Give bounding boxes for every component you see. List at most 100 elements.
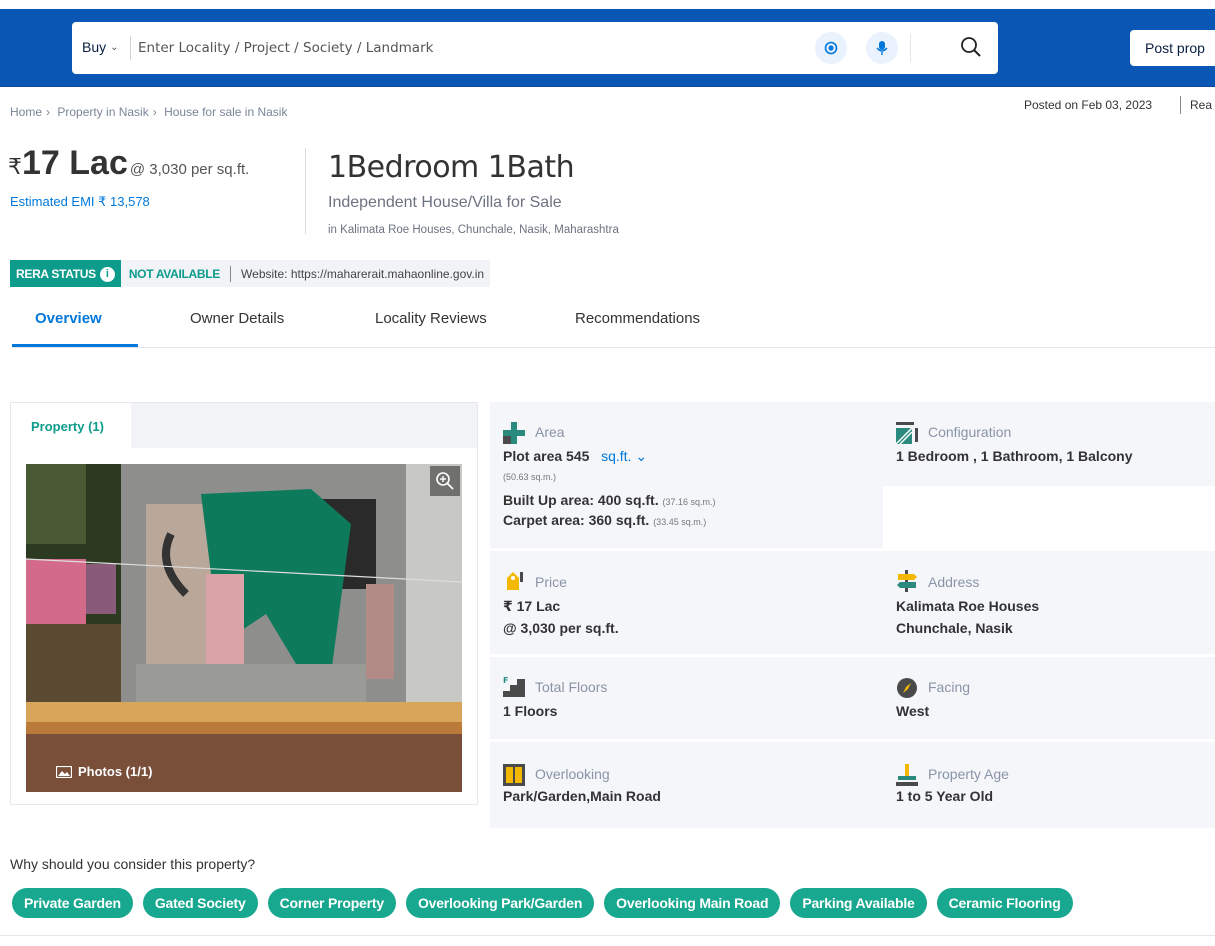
floors-icon: F <box>503 676 525 697</box>
row-separator <box>490 654 1215 657</box>
tab-locality-reviews[interactable]: Locality Reviews <box>375 310 487 327</box>
breadcrumb-house-for-sale[interactable]: House for sale in Nasik <box>164 105 287 119</box>
chip-ceramic-flooring[interactable]: Ceramic Flooring <box>936 888 1073 918</box>
rera-details: NOT AVAILABLE Website: https://maharerai… <box>120 260 491 287</box>
plot-area-value: Plot area 545 sq.ft. ⌄ <box>503 448 648 464</box>
breadcrumb-home[interactable]: Home <box>10 105 42 119</box>
photos-icon <box>56 765 72 778</box>
search-button[interactable] <box>956 32 986 62</box>
configuration-value: 1 Bedroom , 1 Bathroom, 1 Balcony <box>896 448 1133 464</box>
address-label: Address <box>928 574 980 590</box>
currency-symbol: ₹ <box>8 154 22 179</box>
estimated-emi-link[interactable]: Estimated EMI ₹ 13,578 <box>10 194 150 210</box>
svg-text:F: F <box>503 676 508 685</box>
divider <box>1180 96 1181 114</box>
posted-date: Posted on Feb 03, 2023 <box>1024 98 1153 112</box>
chip-gated-society[interactable]: Gated Society <box>142 888 258 918</box>
price-icon <box>507 572 523 590</box>
divider <box>0 935 1215 936</box>
price-block: ₹ 17 Lac @ 3,030 per sq.ft. <box>8 144 249 183</box>
overlooking-label: Overlooking <box>535 766 610 782</box>
overlooking-icon <box>503 764 525 786</box>
plot-area-sqm: (50.63 sq.m.) <box>503 472 557 482</box>
property-photo[interactable]: Photos (1/1) <box>26 464 462 792</box>
chevron-down-icon: ⌄ <box>635 448 648 464</box>
address-icon <box>897 570 917 592</box>
empty-cell <box>883 486 1215 548</box>
property-photo-image <box>26 464 462 792</box>
location-button[interactable] <box>815 32 847 64</box>
facing-icon <box>897 678 917 698</box>
search-input[interactable] <box>138 36 738 60</box>
area-icon <box>503 422 525 444</box>
row-separator <box>490 548 1215 551</box>
overlooking-value: Park/Garden,Main Road <box>503 788 661 804</box>
voice-search-button[interactable] <box>866 32 898 64</box>
price-per-sqft: @ 3,030 per sq.ft. <box>129 161 250 178</box>
unit-dropdown[interactable]: sq.ft. ⌄ <box>593 448 647 464</box>
search-bar: Buy ⌄ <box>72 22 998 74</box>
buy-dropdown[interactable]: Buy ⌄ <box>82 39 119 55</box>
divider <box>305 148 306 234</box>
row-separator <box>490 739 1215 742</box>
area-label: Area <box>535 424 565 440</box>
divider <box>130 36 131 60</box>
chip-overlooking-main-road[interactable]: Overlooking Main Road <box>604 888 781 918</box>
price-per-sqft-detail: @ 3,030 per sq.ft. <box>503 620 619 636</box>
property-title: 1Bedroom 1Bath <box>328 150 575 185</box>
zoom-button[interactable] <box>430 466 460 496</box>
property-type: Independent House/Villa for Sale <box>328 194 562 211</box>
active-tab-indicator <box>12 344 138 347</box>
configuration-label: Configuration <box>928 424 1012 440</box>
tab-recommendations[interactable]: Recommendations <box>575 310 700 327</box>
gallery-tab-strip <box>131 403 477 448</box>
chip-parking-available[interactable]: Parking Available <box>790 888 927 918</box>
configuration-icon <box>896 422 918 444</box>
posted-more-text: Rea <box>1190 98 1213 112</box>
photos-count[interactable]: Photos (1/1) <box>56 764 152 779</box>
address-line-2: Chunchale, Nasik <box>896 620 1013 636</box>
photo-gallery: Property (1) Photos (1/1) <box>10 402 478 805</box>
property-location: in Kalimata Roe Houses, Chunchale, Nasik… <box>328 224 619 236</box>
divider <box>910 34 911 62</box>
top-header: Buy ⌄ Post prop <box>0 0 1215 87</box>
price-label: Price <box>535 574 567 590</box>
chevron-down-icon: ⌄ <box>110 41 119 53</box>
rera-status-value: NOT AVAILABLE <box>128 266 221 281</box>
age-icon <box>896 764 918 786</box>
address-line-1: Kalimata Roe Houses <box>896 598 1040 614</box>
facing-label: Facing <box>928 679 971 695</box>
facing-value: West <box>896 703 930 719</box>
divider <box>230 265 232 282</box>
header-top-strip <box>0 0 1215 9</box>
built-up-area: Built Up area: 400 sq.ft. (37.16 sq.m.) <box>503 492 716 508</box>
feature-chips: Private Garden Gated Society Corner Prop… <box>12 888 1073 918</box>
search-icon <box>961 37 981 57</box>
chip-private-garden[interactable]: Private Garden <box>12 888 133 918</box>
location-icon <box>824 41 838 55</box>
price-value: 17 Lac <box>22 144 128 182</box>
price-value-detail: ₹ 17 Lac <box>503 598 561 614</box>
tab-owner-details[interactable]: Owner Details <box>190 310 284 327</box>
rera-website: Website: https://maharerait.mahaonline.g… <box>241 266 485 281</box>
breadcrumb: Home › Property in Nasik › House for sale … <box>10 105 288 119</box>
chip-overlooking-park[interactable]: Overlooking Park/Garden <box>405 888 595 918</box>
tab-overview[interactable]: Overview <box>35 310 102 327</box>
property-details: Area Plot area 545 sq.ft. ⌄ (50.63 sq.m.… <box>490 402 1215 828</box>
rera-status-label: RERA STATUS i <box>10 260 121 287</box>
info-icon[interactable]: i <box>99 267 115 282</box>
post-property-button[interactable]: Post prop <box>1130 30 1215 66</box>
chip-corner-property[interactable]: Corner Property <box>267 888 396 918</box>
carpet-area: Carpet area: 360 sq.ft. (33.45 sq.m.) <box>503 512 707 528</box>
gallery-tab-property[interactable]: Property (1) <box>11 403 131 448</box>
tab-bar: Overview Owner Details Locality Reviews … <box>12 300 1215 348</box>
breadcrumb-property-in-nasik[interactable]: Property in Nasik <box>57 105 148 119</box>
why-consider-heading: Why should you consider this property? <box>10 856 256 872</box>
zoom-icon <box>436 472 454 490</box>
mic-icon <box>876 41 888 55</box>
floors-label: Total Floors <box>535 679 608 695</box>
floors-value: 1 Floors <box>503 703 558 719</box>
buy-label: Buy <box>82 39 107 55</box>
rera-status-bar: RERA STATUS i NOT AVAILABLE Website: htt… <box>10 260 491 287</box>
age-label: Property Age <box>928 766 1009 782</box>
